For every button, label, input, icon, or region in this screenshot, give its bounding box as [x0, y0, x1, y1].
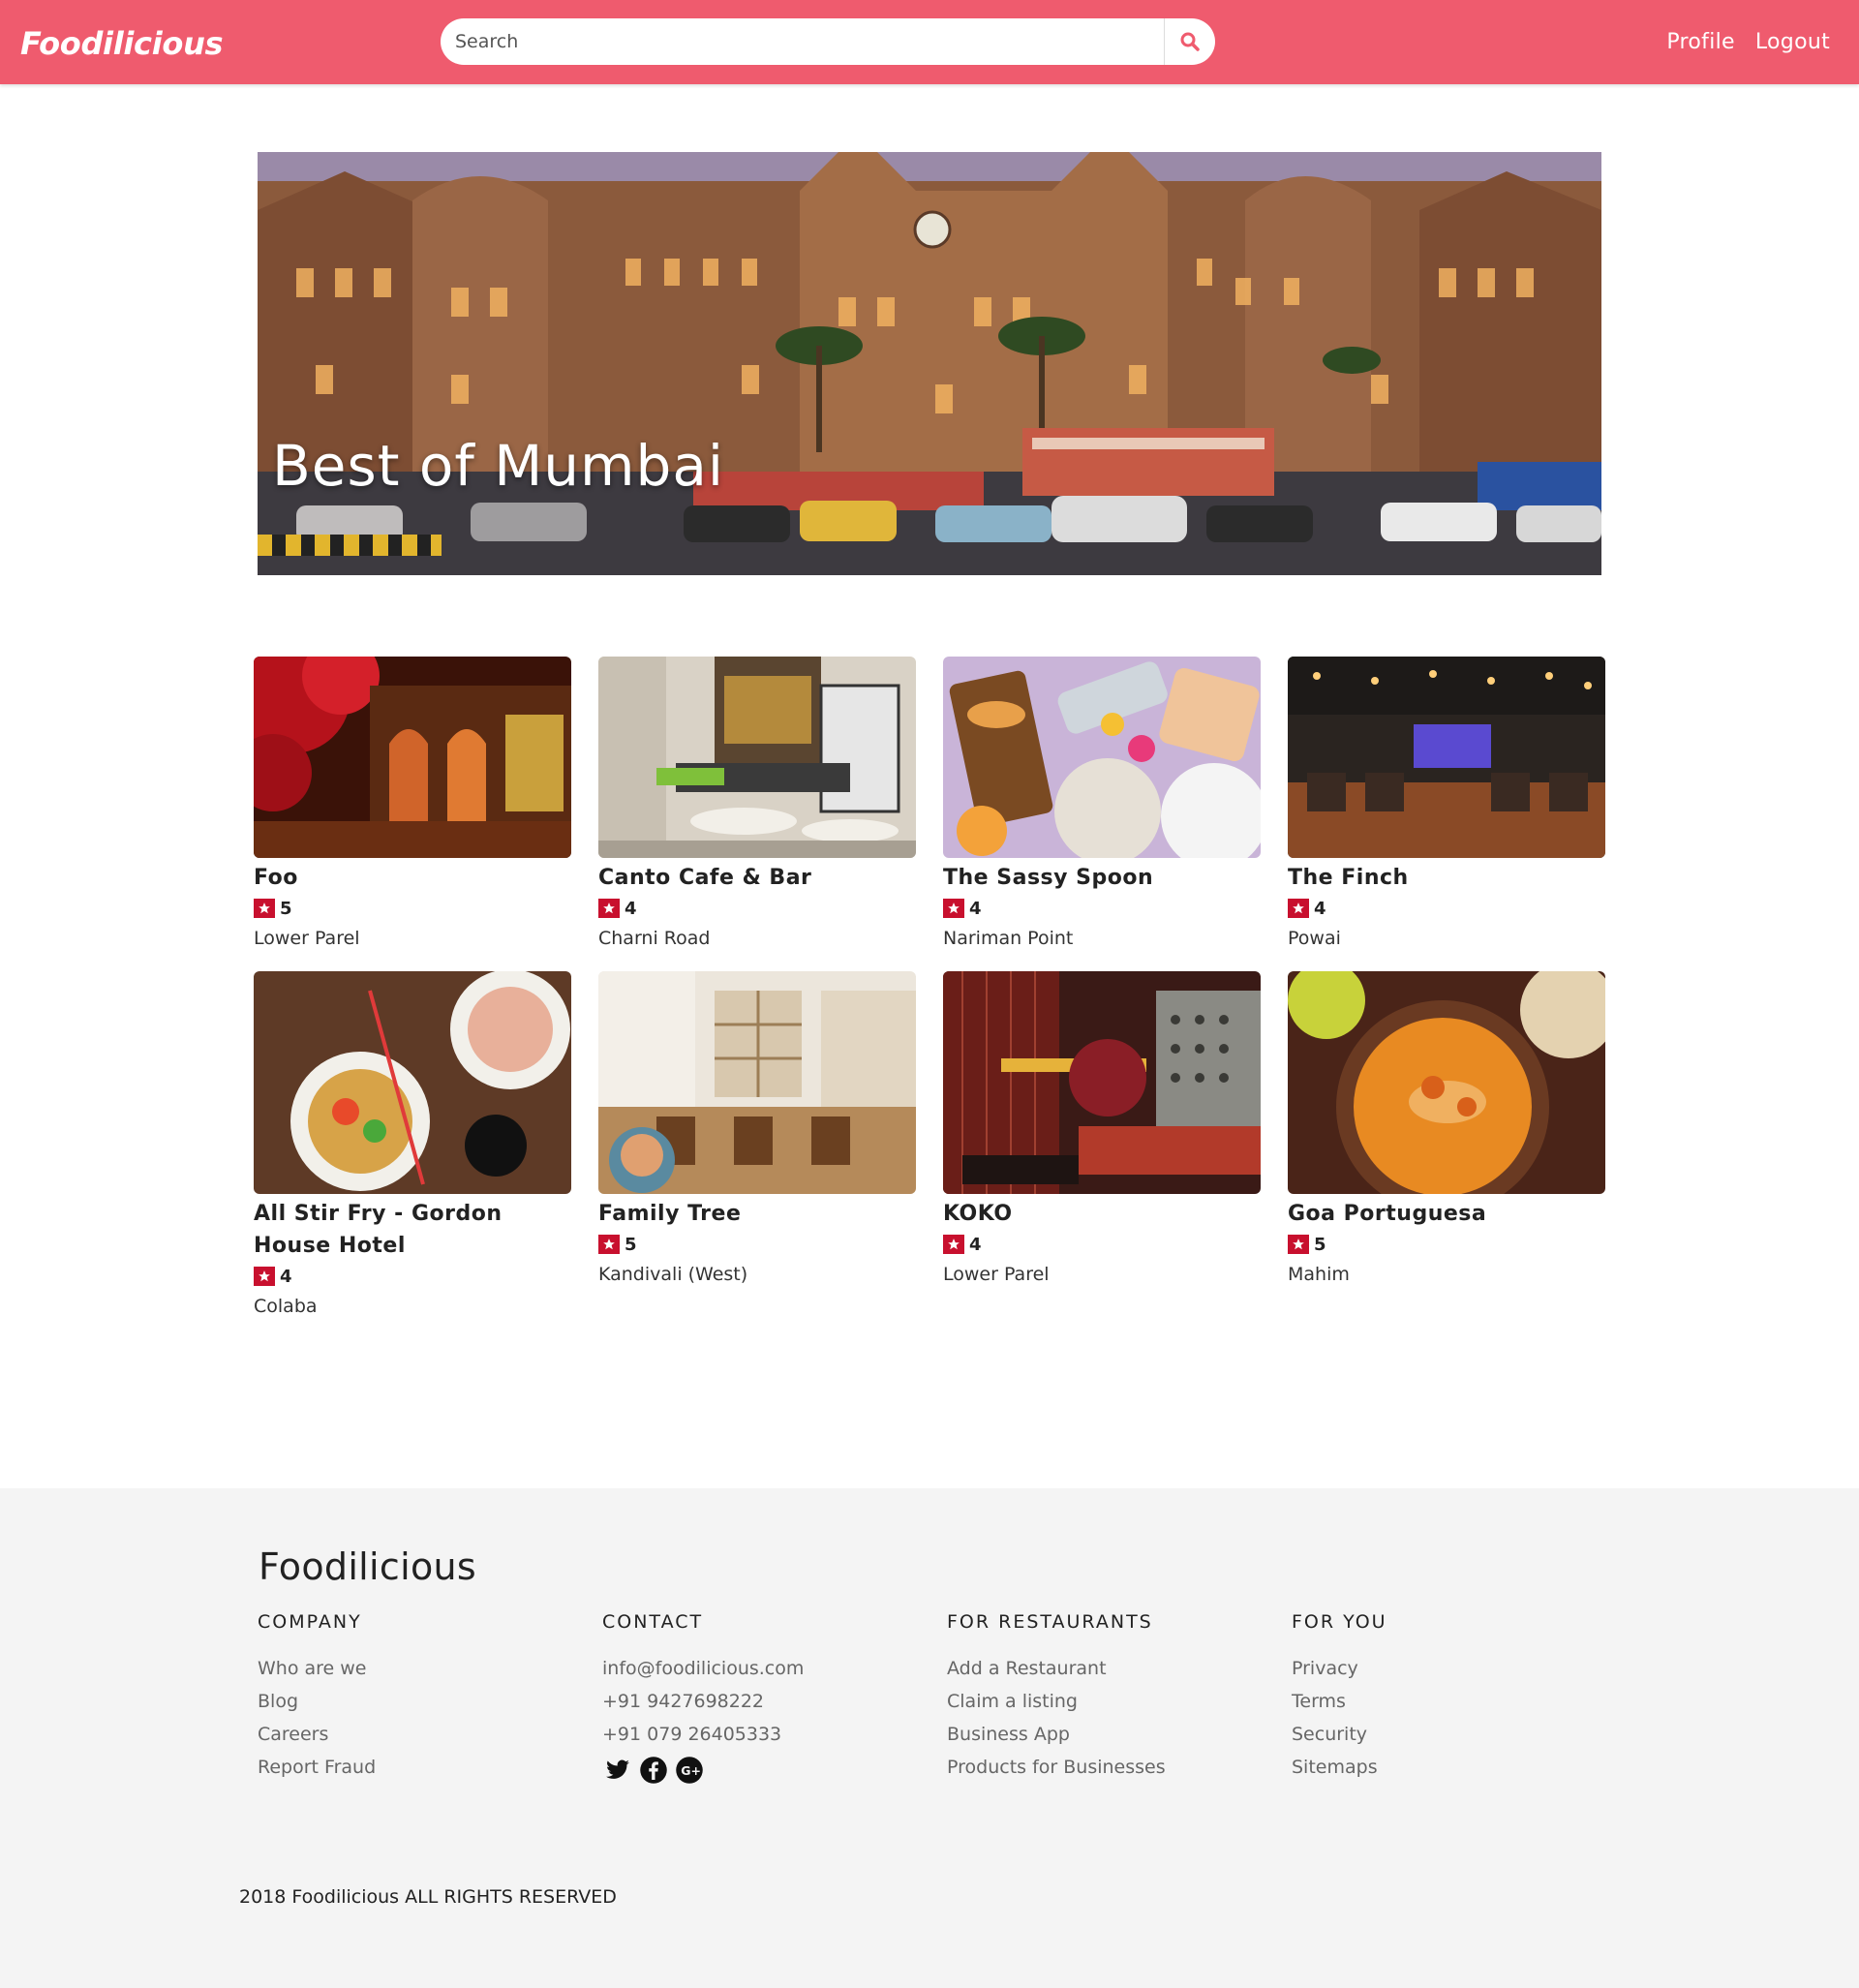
- star-icon: [254, 899, 275, 918]
- restaurant-name[interactable]: Goa Portuguesa: [1288, 1198, 1605, 1230]
- restaurant-card[interactable]: Canto Cafe & Bar 4 Charni Road: [598, 657, 916, 954]
- rating-value: 4: [1314, 898, 1326, 919]
- star-icon: [1288, 899, 1309, 918]
- restaurant-image[interactable]: [254, 971, 571, 1194]
- footer-column-contact: CONTACT info@foodilicious.com +91 942769…: [602, 1611, 912, 1785]
- nav-links: Profile Logout: [1666, 30, 1830, 54]
- footer: Foodilicious COMPANY Who are we Blog Car…: [0, 1488, 1859, 1988]
- logout-link[interactable]: Logout: [1755, 30, 1830, 54]
- footer-link[interactable]: Terms: [1292, 1685, 1601, 1718]
- google-plus-icon[interactable]: G+: [674, 1755, 704, 1785]
- rating-value: 4: [969, 898, 982, 919]
- rating-value: 4: [280, 1266, 292, 1287]
- restaurant-location: Charni Road: [598, 928, 711, 949]
- rating: 5: [254, 894, 571, 923]
- hero-banner: Best of Mumbai: [258, 152, 1601, 575]
- restaurant-name[interactable]: Family Tree: [598, 1198, 916, 1230]
- hero-title: Best of Mumbai: [272, 433, 724, 499]
- footer-link[interactable]: Who are we: [258, 1652, 567, 1685]
- footer-column-company: COMPANY Who are we Blog Careers Report F…: [258, 1611, 567, 1784]
- footer-link[interactable]: Privacy: [1292, 1652, 1601, 1685]
- footer-link[interactable]: Claim a listing: [947, 1685, 1257, 1718]
- restaurant-name[interactable]: The Sassy Spoon: [943, 862, 1261, 894]
- footer-heading: CONTACT: [602, 1611, 704, 1633]
- search-button[interactable]: [1164, 18, 1215, 65]
- footer-link[interactable]: Products for Businesses: [947, 1751, 1257, 1784]
- social-links: G+: [602, 1755, 912, 1785]
- footer-link[interactable]: +91 079 26405333: [602, 1718, 912, 1751]
- hero-image: [258, 152, 1601, 575]
- restaurant-name[interactable]: KOKO: [943, 1198, 1261, 1230]
- restaurant-card[interactable]: Foo 5 Lower Parel: [254, 657, 571, 954]
- restaurant-location: Powai: [1288, 928, 1341, 949]
- restaurant-location: Lower Parel: [254, 928, 360, 949]
- restaurant-name[interactable]: All Stir Fry - Gordon House Hotel: [254, 1198, 571, 1262]
- star-icon: [943, 1235, 964, 1254]
- brand-logo[interactable]: Foodilicious: [20, 25, 224, 62]
- rating-value: 5: [625, 1234, 637, 1255]
- navbar: Foodilicious Profile Logout: [0, 0, 1859, 84]
- restaurant-card[interactable]: KOKO 4 Lower Parel: [943, 971, 1261, 1290]
- rating-value: 5: [280, 898, 292, 919]
- footer-link[interactable]: +91 9427698222: [602, 1685, 912, 1718]
- rating-value: 4: [625, 898, 637, 919]
- rating: 4: [254, 1262, 571, 1291]
- footer-brand: Foodilicious: [259, 1545, 476, 1588]
- restaurant-image[interactable]: [254, 657, 571, 858]
- profile-link[interactable]: Profile: [1666, 30, 1735, 54]
- star-icon: [943, 899, 964, 918]
- star-icon: [1288, 1235, 1309, 1254]
- restaurant-image[interactable]: [943, 657, 1261, 858]
- rating: 4: [943, 894, 1261, 923]
- rating: 5: [598, 1230, 916, 1259]
- copyright: 2018 Foodilicious ALL RIGHTS RESERVED: [239, 1886, 617, 1908]
- restaurant-name[interactable]: Canto Cafe & Bar: [598, 862, 916, 894]
- footer-link[interactable]: Sitemaps: [1292, 1751, 1601, 1784]
- footer-link[interactable]: Report Fraud: [258, 1751, 567, 1784]
- footer-column-for-you: FOR YOU Privacy Terms Security Sitemaps: [1292, 1611, 1601, 1784]
- footer-heading: FOR YOU: [1292, 1611, 1387, 1633]
- restaurant-name[interactable]: Foo: [254, 862, 571, 894]
- footer-link[interactable]: Security: [1292, 1718, 1601, 1751]
- twitter-icon[interactable]: [602, 1755, 632, 1785]
- rating-value: 5: [1314, 1234, 1326, 1255]
- footer-column-for-restaurants: FOR RESTAURANTS Add a Restaurant Claim a…: [947, 1611, 1257, 1784]
- footer-link[interactable]: Careers: [258, 1718, 567, 1751]
- rating-value: 4: [969, 1234, 982, 1255]
- star-icon: [598, 1235, 620, 1254]
- footer-link[interactable]: Business App: [947, 1718, 1257, 1751]
- rating: 4: [943, 1230, 1261, 1259]
- star-icon: [254, 1267, 275, 1286]
- restaurant-image[interactable]: [598, 657, 916, 858]
- restaurant-image[interactable]: [943, 971, 1261, 1194]
- restaurant-image[interactable]: [598, 971, 916, 1194]
- restaurant-image[interactable]: [1288, 971, 1605, 1194]
- facebook-icon[interactable]: [638, 1755, 668, 1785]
- footer-link[interactable]: Add a Restaurant: [947, 1652, 1257, 1685]
- restaurant-name[interactable]: The Finch: [1288, 862, 1605, 894]
- footer-link[interactable]: info@foodilicious.com: [602, 1652, 912, 1685]
- restaurant-location: Mahim: [1288, 1264, 1350, 1285]
- restaurant-location: Colaba: [254, 1296, 318, 1317]
- restaurant-card[interactable]: The Finch 4 Powai: [1288, 657, 1605, 954]
- footer-heading: COMPANY: [258, 1611, 362, 1633]
- search-input[interactable]: [441, 18, 1164, 65]
- restaurant-location: Lower Parel: [943, 1264, 1050, 1285]
- footer-heading: FOR RESTAURANTS: [947, 1611, 1153, 1633]
- rating: 4: [1288, 894, 1605, 923]
- search-icon: [1180, 32, 1200, 51]
- restaurant-card[interactable]: Goa Portuguesa 5 Mahim: [1288, 971, 1605, 1290]
- restaurant-image[interactable]: [1288, 657, 1605, 858]
- rating: 4: [598, 894, 916, 923]
- footer-link[interactable]: Blog: [258, 1685, 567, 1718]
- svg-text:G+: G+: [681, 1763, 701, 1778]
- restaurant-location: Nariman Point: [943, 928, 1074, 949]
- rating: 5: [1288, 1230, 1605, 1259]
- search-bar: [441, 18, 1215, 65]
- restaurant-location: Kandivali (West): [598, 1264, 748, 1285]
- restaurant-card[interactable]: The Sassy Spoon 4 Nariman Point: [943, 657, 1261, 954]
- restaurant-card[interactable]: All Stir Fry - Gordon House Hotel 4 Cola…: [254, 971, 571, 1322]
- restaurant-card[interactable]: Family Tree 5 Kandivali (West): [598, 971, 916, 1290]
- star-icon: [598, 899, 620, 918]
